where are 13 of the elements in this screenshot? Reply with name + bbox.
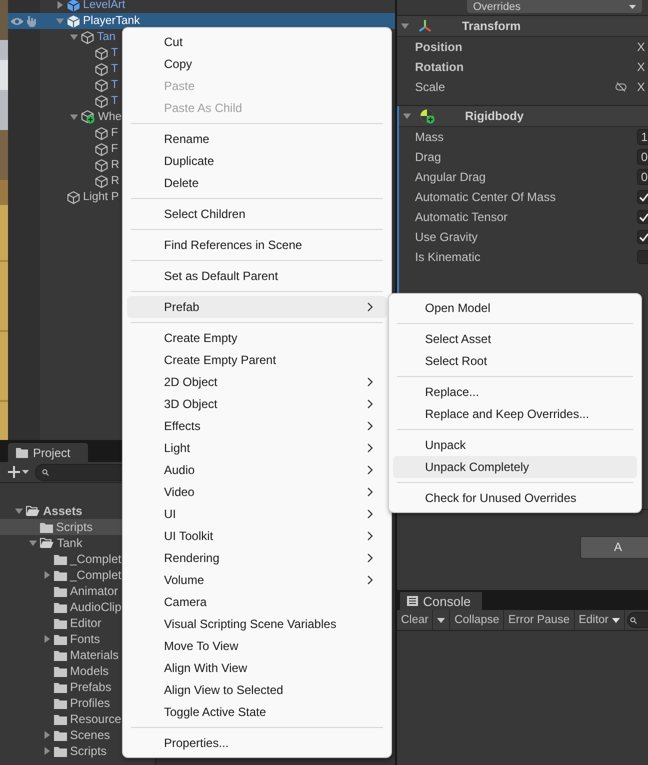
axis-label: X [637, 40, 646, 54]
field-label: Scale [415, 80, 446, 94]
field-label: Is Kinematic [415, 250, 482, 264]
field-label: Use Gravity [415, 230, 479, 244]
axis-label: X [637, 80, 646, 94]
field-label: Automatic Tensor [415, 210, 508, 224]
axis-label: X [637, 60, 646, 74]
field-label: Mass [415, 130, 445, 144]
field-label: Angular Drag [415, 170, 487, 184]
field-label: Automatic Center Of Mass [415, 190, 557, 204]
field-label: Position [415, 40, 464, 54]
field-label: Rotation [415, 60, 465, 74]
field-label: Drag [415, 150, 442, 164]
